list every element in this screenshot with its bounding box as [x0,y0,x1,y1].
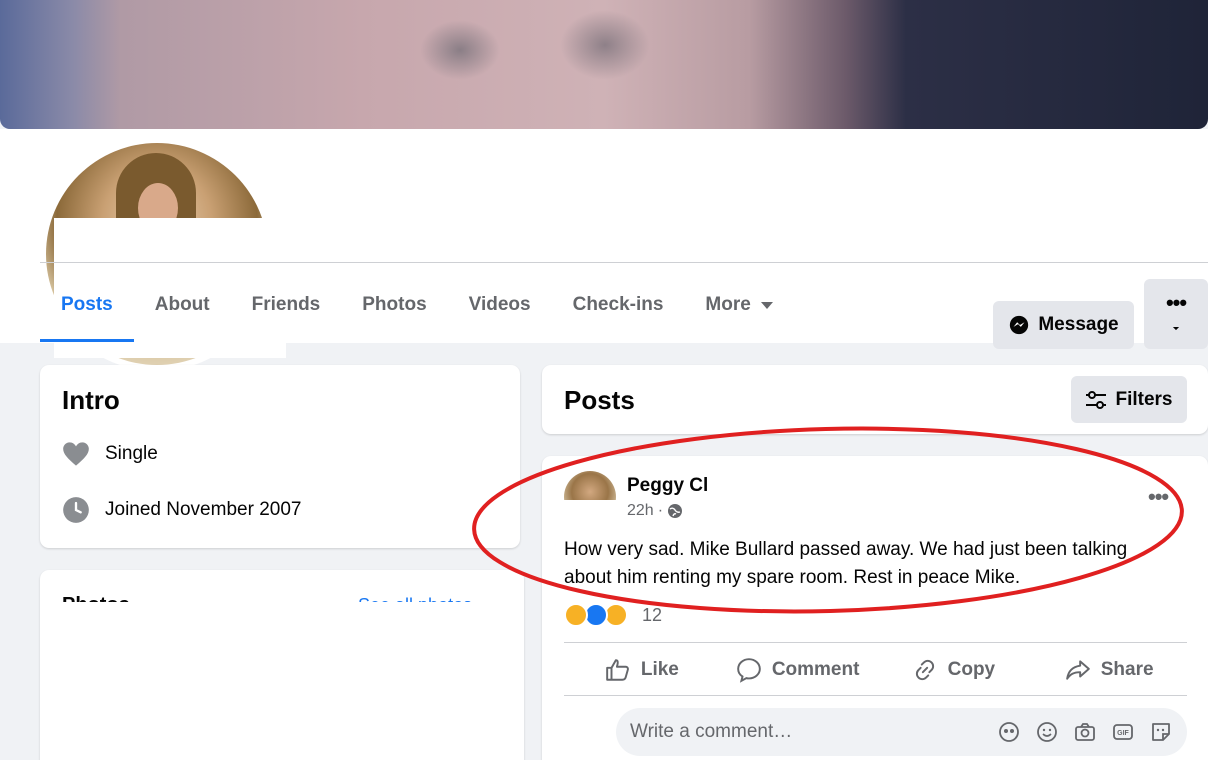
message-label: Message [1038,314,1119,335]
caret-down-icon [760,301,773,309]
thumbs-up-icon [606,659,629,681]
intro-relationship: Single [62,441,158,467]
reaction-count: 12 [642,604,663,625]
filters-button[interactable]: Filters [1071,376,1187,423]
post-actions: Like Comment Copy Share [564,646,1187,694]
tab-friends[interactable]: Friends [231,268,342,342]
ellipsis-icon: ••• [1165,290,1187,315]
cover-photo[interactable] [0,0,1208,129]
messenger-icon [1010,315,1029,335]
tab-posts[interactable]: Posts [40,268,134,342]
globe-icon [668,504,683,518]
photos-card: Photos See all photos [40,570,524,760]
tab-about[interactable]: About [134,268,231,342]
tab-more[interactable]: More [684,268,793,342]
posts-header-card: Posts Filters [542,365,1208,434]
share-button[interactable]: Share [1031,646,1187,694]
sliders-icon [1086,390,1107,409]
sad-reaction-icon [564,603,588,627]
post-options-button[interactable]: ••• [1148,484,1169,510]
photos-title: Photos [62,592,130,602]
post-reactions[interactable]: 12 [564,603,662,627]
emoji-icon[interactable] [1035,720,1059,744]
speech-bubble-icon [737,658,761,683]
post-meta: 22h · [627,502,683,520]
tab-videos[interactable]: Videos [448,268,552,342]
post-text: How very sad. Mike Bullard passed away. … [564,539,1128,588]
intro-card: Intro Single Joined November 2007 [40,365,520,548]
clock-icon [63,497,89,523]
avatar-sticker-icon[interactable] [997,720,1021,744]
post-card: Peggy Cl 22h · ••• How very sad. Mike Bu… [542,456,1208,760]
tab-check-ins[interactable]: Check-ins [552,268,685,342]
message-button[interactable]: Message [993,301,1134,349]
comment-input[interactable]: Write a comment… GIF [616,708,1187,756]
share-arrow-icon [1065,660,1090,680]
post-time[interactable]: 22h [627,502,654,520]
comment-placeholder: Write a comment… [630,721,793,742]
see-all-photos-link[interactable]: See all photos [358,592,472,602]
ellipsis-icon: ••• [1148,484,1169,509]
header-divider [40,262,1208,263]
camera-icon[interactable] [1073,720,1097,744]
post-author-name[interactable]: Peggy Cl [627,475,708,497]
posts-title: Posts [564,385,635,415]
svg-text:GIF: GIF [1117,730,1129,737]
like-button[interactable]: Like [564,646,720,694]
link-icon [915,659,934,681]
profile-tabs: Posts About Friends Photos Videos Check-… [40,268,794,342]
copy-button[interactable]: Copy [876,646,1032,694]
intro-title: Intro [62,385,120,415]
gif-icon[interactable]: GIF [1111,720,1135,744]
heart-icon [63,442,89,466]
sticker-icon[interactable] [1149,720,1173,744]
tab-photos[interactable]: Photos [341,268,447,342]
tabs-more-options-button[interactable]: ••• [1144,279,1208,327]
intro-joined: Joined November 2007 [62,496,301,524]
comment-button[interactable]: Comment [720,646,876,694]
